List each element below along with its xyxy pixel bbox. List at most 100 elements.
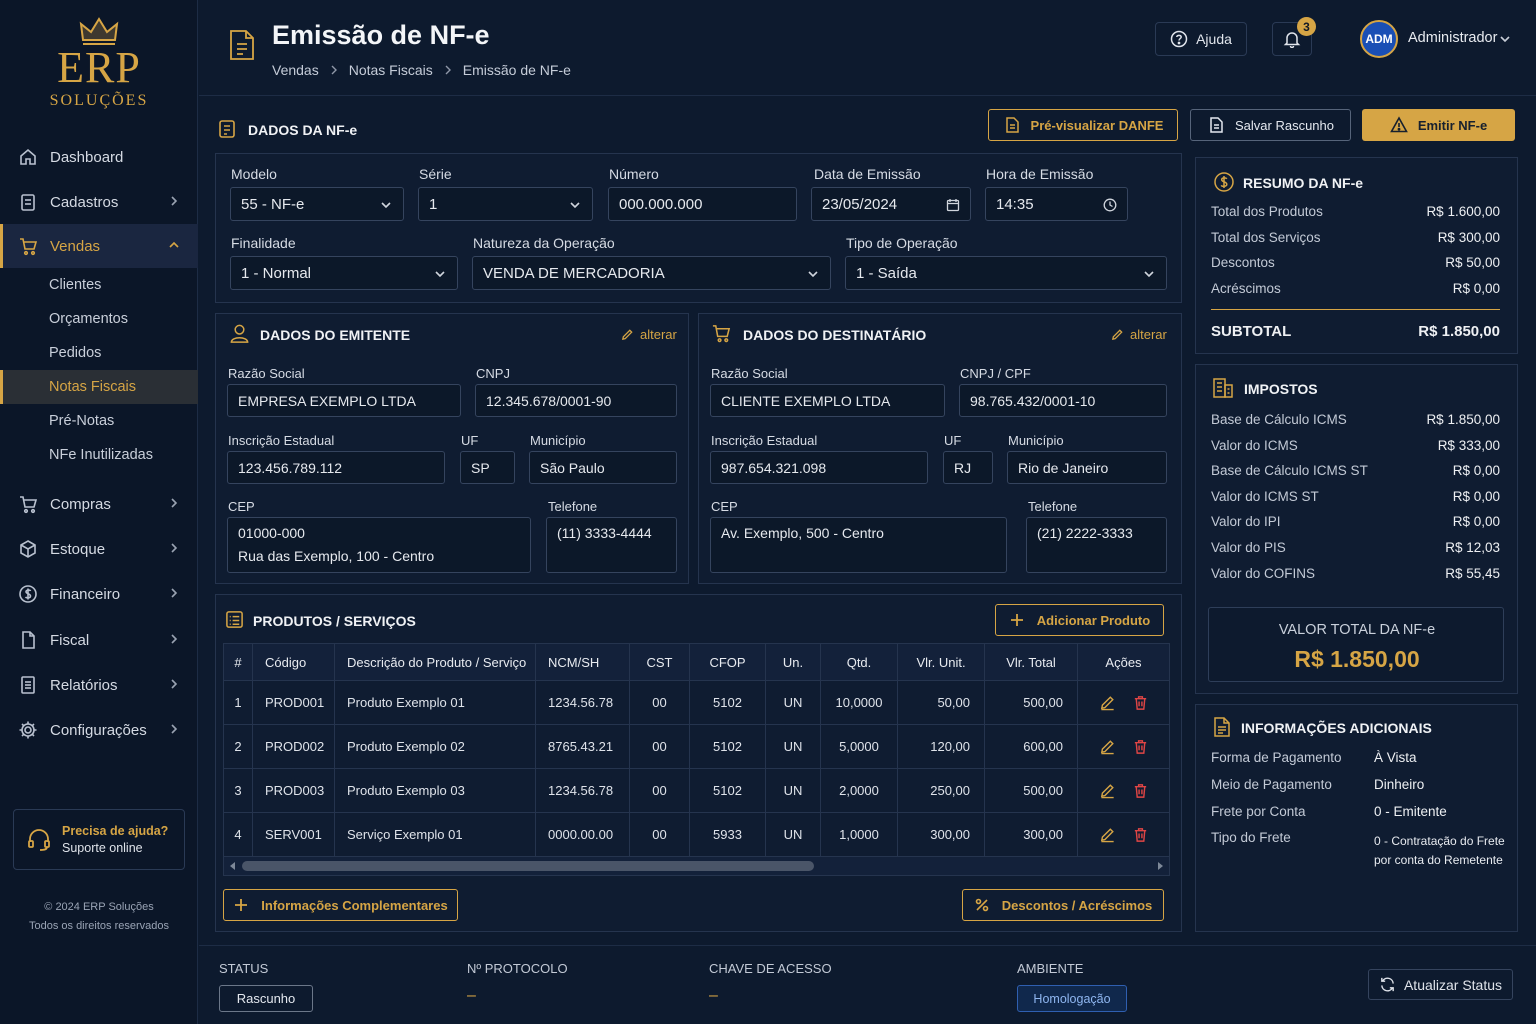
table-cell: 2 <box>223 724 253 769</box>
trash-icon[interactable] <box>1132 738 1149 755</box>
hora-emissao-input[interactable]: 14:35 <box>985 187 1128 221</box>
edit-icon[interactable] <box>1099 738 1116 755</box>
chevron-down-icon <box>1144 271 1154 278</box>
discounts-button[interactable]: Descontos / Acréscimos <box>962 889 1164 921</box>
table-cell: 1234.56.78 <box>535 680 630 725</box>
table-scrollbar[interactable] <box>223 856 1170 876</box>
user-name[interactable]: Administrador <box>1408 30 1497 46</box>
emitente-cnpj-input[interactable]: 12.345.678/0001-90 <box>475 384 677 417</box>
edit-icon[interactable] <box>1099 694 1116 711</box>
save-draft-button[interactable]: Salvar Rascunho <box>1190 109 1351 141</box>
emitente-cep-input[interactable]: 01000-000 Rua das Exemplo, 100 - Centro <box>227 517 531 573</box>
municipio-label: Município <box>530 433 586 448</box>
scroll-right-icon[interactable] <box>1155 861 1165 871</box>
telefone-label: Telefone <box>548 499 598 514</box>
tipo-operacao-select[interactable]: 1 - Saída <box>845 256 1167 290</box>
breadcrumb: Vendas Notas Fiscais Emissão de NF-e <box>272 62 571 78</box>
emitente-telefone-input[interactable]: (11) 3333-4444 <box>546 517 677 573</box>
add-product-button[interactable]: Adicionar Produto <box>995 604 1164 636</box>
data-emissao-input[interactable]: 23/05/2024 <box>811 187 971 221</box>
scroll-left-icon[interactable] <box>228 861 238 871</box>
table-row[interactable]: 2 PROD002 Produto Exemplo 02 8765.43.21 00 51… <box>223 724 1170 769</box>
sidebar-item-fiscal[interactable]: Fiscal <box>0 618 198 662</box>
destinatario-razao-input[interactable]: CLIENTE EXEMPLO LTDA <box>710 384 945 417</box>
sidebar-item-configuracoes[interactable]: Configurações <box>0 708 198 752</box>
emitente-ie-input[interactable]: 123.456.789.112 <box>227 451 445 484</box>
emit-nfe-button[interactable]: Emitir NF-e <box>1362 109 1515 141</box>
sidebar-item-compras[interactable]: Compras <box>0 482 198 526</box>
modelo-select[interactable]: 55 - NF-e <box>230 187 404 221</box>
row-value: R$ 300,00 <box>1437 229 1500 245</box>
preview-danfe-button[interactable]: Pré-visualizar DANFE <box>988 109 1178 141</box>
help-button[interactable]: Ajuda <box>1155 22 1247 56</box>
sidebar-subitem-nfe-inutilizadas[interactable]: NFe Inutilizadas <box>0 438 198 472</box>
destinatario-cep-input[interactable]: Av. Exemplo, 500 - Centro <box>710 517 1007 573</box>
cep-label: CEP <box>711 499 738 514</box>
additional-info-button[interactable]: Informações Complementares <box>223 889 458 921</box>
chevron-down-icon[interactable] <box>1499 33 1511 45</box>
sidebar-subitem-notas-fiscais[interactable]: Notas Fiscais <box>0 370 198 404</box>
row-value: 0 - Emitente <box>1374 803 1447 819</box>
sidebar-item-vendas[interactable]: Vendas <box>0 224 198 268</box>
natureza-select[interactable]: VENDA DE MERCADORIA <box>472 256 831 290</box>
numero-value: 000.000.000 <box>619 195 703 213</box>
avatar[interactable]: ADM <box>1360 20 1398 58</box>
table-cell: Serviço Exemplo 01 <box>334 812 536 857</box>
destinatario-uf-input[interactable]: RJ <box>943 451 993 484</box>
clipboard-icon <box>21 194 35 211</box>
calendar-icon[interactable] <box>946 198 960 212</box>
sidebar-item-cadastros[interactable]: Cadastros <box>0 180 198 224</box>
sidebar-item-label: Estoque <box>50 540 106 558</box>
breadcrumb-item[interactable]: Notas Fiscais <box>349 62 433 78</box>
chevron-down-icon <box>381 202 391 209</box>
numero-input[interactable]: 000.000.000 <box>608 187 797 221</box>
sidebar-item-dashboard[interactable]: Dashboard <box>0 135 198 179</box>
clock-icon[interactable] <box>1103 198 1117 212</box>
sidebar-subitem-orcamentos[interactable]: Orçamentos <box>0 302 198 336</box>
emitente-uf-input[interactable]: SP <box>460 451 515 484</box>
emitente-edit-link[interactable]: alterar <box>621 327 677 342</box>
trash-icon[interactable] <box>1132 782 1149 799</box>
destinatario-edit-link[interactable]: alterar <box>1111 327 1167 342</box>
sidebar-item-financeiro[interactable]: Financeiro <box>0 572 198 616</box>
table-row[interactable]: 1 PROD001 Produto Exemplo 01 1234.56.78 00 51… <box>223 680 1170 725</box>
summary-row: Meio de Pagamento Dinheiro <box>1211 777 1500 792</box>
trash-icon[interactable] <box>1132 694 1149 711</box>
dollar-icon <box>1214 172 1234 192</box>
sidebar-subitem-pedidos[interactable]: Pedidos <box>0 336 198 370</box>
table-cell: 300,00 <box>897 812 985 857</box>
page-title: Emissão de NF-e <box>272 20 490 50</box>
breadcrumb-item[interactable]: Vendas <box>272 62 319 78</box>
summary-row: Total dos Produtos R$ 1.600,00 <box>1211 204 1500 219</box>
edit-icon[interactable] <box>1099 782 1116 799</box>
table-row[interactable]: 4 SERV001 Serviço Exemplo 01 0000.00.00 00 59… <box>223 812 1170 857</box>
sidebar-item-relatorios[interactable]: Relatórios <box>0 663 198 707</box>
destinatario-ie-input[interactable]: 987.654.321.098 <box>710 451 928 484</box>
destinatario-telefone-input[interactable]: (21) 2222-3333 <box>1026 517 1167 573</box>
support-box[interactable]: Precisa de ajuda? Suporte online <box>13 809 185 870</box>
table-cell: Produto Exemplo 01 <box>334 680 536 725</box>
edit-icon[interactable] <box>1099 826 1116 843</box>
table-cell: SERV001 <box>252 812 335 857</box>
table-row[interactable]: 3 PROD003 Produto Exemplo 03 1234.56.78 00 51… <box>223 768 1170 813</box>
cep-label: CEP <box>228 499 255 514</box>
scrollbar-thumb[interactable] <box>242 861 814 871</box>
serie-select[interactable]: 1 <box>418 187 593 221</box>
table-cell: 250,00 <box>897 768 985 813</box>
emitente-municipio-input[interactable]: São Paulo <box>529 451 677 484</box>
table-cell: 1234.56.78 <box>535 768 630 813</box>
sidebar-subitem-pre-notas[interactable]: Pré-Notas <box>0 404 198 438</box>
refresh-status-button[interactable]: Atualizar Status <box>1368 969 1513 1000</box>
table-cell: 00 <box>629 768 690 813</box>
finalidade-value: 1 - Normal <box>241 264 312 282</box>
destinatario-cnpj-input[interactable]: 98.765.432/0001-10 <box>959 384 1167 417</box>
sidebar-subitem-clientes[interactable]: Clientes <box>0 268 198 302</box>
destinatario-municipio-input[interactable]: Rio de Janeiro <box>1007 451 1167 484</box>
table-cell: 1,0000 <box>820 812 898 857</box>
help-label: Ajuda <box>1196 31 1232 47</box>
logo: ERP SOLUÇÕES <box>0 16 198 110</box>
trash-icon[interactable] <box>1132 826 1149 843</box>
finalidade-select[interactable]: 1 - Normal <box>230 256 458 290</box>
emitente-razao-input[interactable]: EMPRESA EXEMPLO LTDA <box>227 384 461 417</box>
sidebar-item-estoque[interactable]: Estoque <box>0 527 198 571</box>
